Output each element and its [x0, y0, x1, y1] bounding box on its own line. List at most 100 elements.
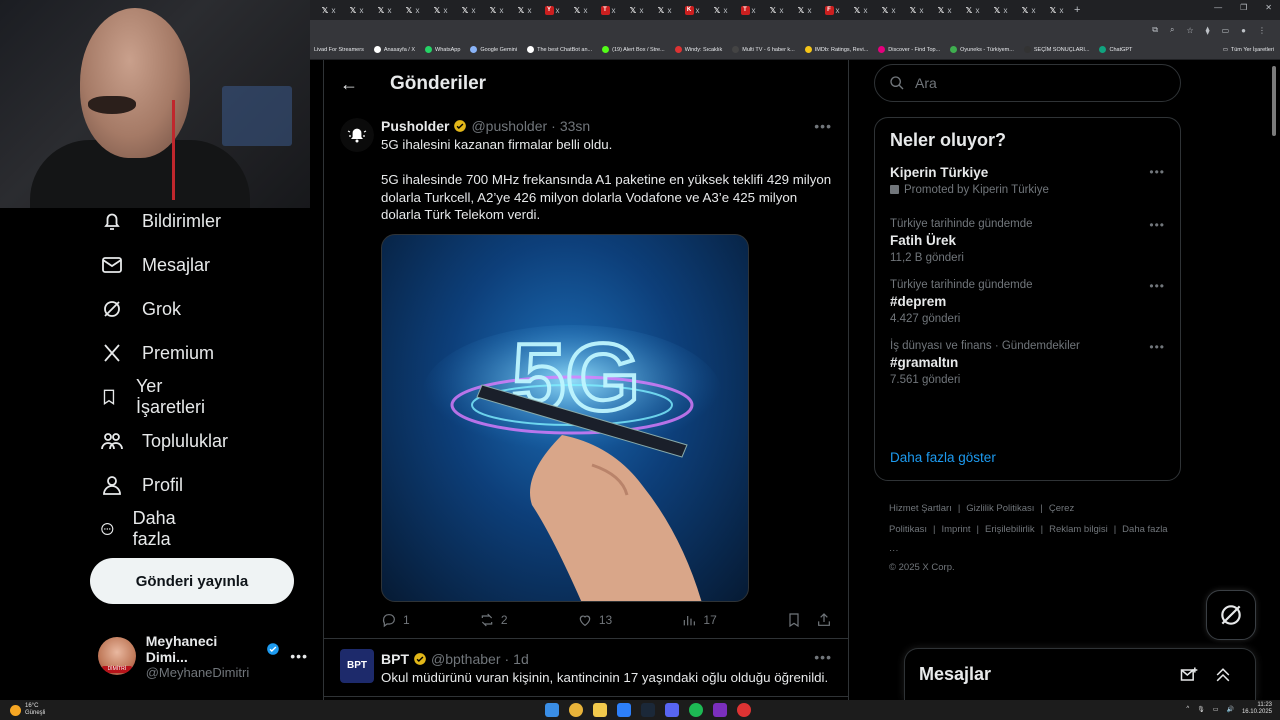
trend-item[interactable]: Kiperin Türkiye Promoted by Kiperin Türki…: [890, 165, 1165, 196]
reply-button[interactable]: 1: [381, 612, 410, 628]
nav-item-bildirimler[interactable]: Bildirimler: [100, 206, 221, 236]
close-icon[interactable]: ✕: [1265, 3, 1272, 12]
footer-link[interactable]: Erişilebilirlik: [985, 524, 1035, 535]
tweet-more-icon[interactable]: •••: [814, 118, 832, 134]
chrome-icon[interactable]: [569, 703, 583, 717]
tweet[interactable]: BPT BPT @bpthaber · 1d ••• Okul müdürünü…: [324, 639, 848, 697]
tab-close-icon[interactable]: x: [1060, 6, 1064, 15]
bookmark-item[interactable]: Multi TV - 6 haber k...: [732, 46, 795, 53]
browser-tab[interactable]: 𝕏x: [622, 2, 650, 18]
browser-tab[interactable]: 𝕏x: [762, 2, 790, 18]
chevron-up-icon[interactable]: ^: [1186, 706, 1189, 712]
browser-tab[interactable]: 𝕏x: [342, 2, 370, 18]
tab-close-icon[interactable]: x: [1004, 6, 1008, 15]
pusholder-avatar[interactable]: [340, 118, 374, 152]
discord-icon[interactable]: [665, 703, 679, 717]
browser-tab[interactable]: 𝕏x: [650, 2, 678, 18]
nav-item-profil[interactable]: Profil: [100, 470, 183, 500]
zoom-icon[interactable]: ⌕: [1170, 25, 1174, 35]
tab-close-icon[interactable]: x: [920, 6, 924, 15]
browser-tab[interactable]: 𝕏x: [370, 2, 398, 18]
tab-close-icon[interactable]: x: [584, 6, 588, 15]
tweet-handle[interactable]: @bpthaber: [431, 651, 500, 667]
nav-item-yer-i-şaretleri[interactable]: Yer İşaretleri: [100, 376, 211, 417]
nav-item-topluluklar[interactable]: Topluluklar: [100, 426, 228, 456]
tab-close-icon[interactable]: x: [752, 6, 756, 15]
more-dots-icon[interactable]: •••: [290, 648, 308, 664]
app-icon[interactable]: [617, 703, 631, 717]
browser-tab[interactable]: Yx: [538, 2, 566, 18]
grok-button[interactable]: [1206, 590, 1256, 640]
browser-tab[interactable]: 𝕏x: [958, 2, 986, 18]
post-button[interactable]: Gönderi yayınla: [90, 558, 294, 604]
bookmark-item[interactable]: Livad For Streamers: [314, 47, 364, 53]
tweet-author-name[interactable]: Pusholder: [381, 118, 449, 134]
browser-tab[interactable]: 𝕏x: [510, 2, 538, 18]
browser-tab[interactable]: 𝕏x: [986, 2, 1014, 18]
browser-tab[interactable]: 𝕏x: [398, 2, 426, 18]
nav-item-premium[interactable]: Premium: [100, 338, 214, 368]
tab-close-icon[interactable]: x: [388, 6, 392, 15]
bookmark-icon[interactable]: [786, 612, 802, 628]
bookmark-item[interactable]: Oyuneks - Türkiyem...: [950, 46, 1014, 53]
trend-item[interactable]: Türkiye tarihinde gündemde #deprem 4.427 g…: [890, 279, 1165, 325]
trend-more-icon[interactable]: •••: [1149, 165, 1165, 179]
browser-tab[interactable]: 𝕏x: [566, 2, 594, 18]
browser-tab[interactable]: 𝕏x: [902, 2, 930, 18]
trend-more-icon[interactable]: •••: [1149, 218, 1165, 232]
tab-close-icon[interactable]: x: [948, 6, 952, 15]
tab-close-icon[interactable]: x: [500, 6, 504, 15]
sidebar-icon[interactable]: ▭: [1222, 26, 1230, 35]
spotify-icon[interactable]: [689, 703, 703, 717]
scrollbar[interactable]: [1272, 62, 1278, 697]
tab-close-icon[interactable]: x: [1032, 6, 1036, 15]
repost-button[interactable]: 2: [479, 612, 508, 628]
tweet-image[interactable]: 5G: [381, 233, 749, 602]
footer-link[interactable]: Reklam bilgisi: [1049, 524, 1108, 535]
tab-close-icon[interactable]: x: [360, 6, 364, 15]
profile-icon[interactable]: ●: [1241, 26, 1246, 35]
extensions-icon[interactable]: ⧫: [1206, 26, 1210, 35]
app2-icon[interactable]: [737, 703, 751, 717]
footer-link[interactable]: Gizlilik Politikası: [966, 503, 1034, 514]
all-bookmarks-folder[interactable]: ▭ Tüm Yer İşaretleri: [1223, 47, 1274, 53]
browser-tab[interactable]: 𝕏x: [706, 2, 734, 18]
tweet-time[interactable]: 33sn: [560, 118, 590, 134]
trend-more-icon[interactable]: •••: [1149, 340, 1165, 354]
tab-close-icon[interactable]: x: [836, 6, 840, 15]
browser-tab[interactable]: 𝕏x: [1042, 2, 1070, 18]
browser-tab[interactable]: 𝕏x: [482, 2, 510, 18]
browser-tab[interactable]: Kx: [678, 2, 706, 18]
browser-tab[interactable]: Fx: [818, 2, 846, 18]
minimize-icon[interactable]: —: [1214, 3, 1222, 12]
mic-icon[interactable]: 🎙: [1197, 706, 1205, 713]
menu-icon[interactable]: ⋮: [1258, 26, 1266, 35]
tab-close-icon[interactable]: x: [696, 6, 700, 15]
expand-up-icon[interactable]: [1213, 665, 1233, 685]
tab-close-icon[interactable]: x: [976, 6, 980, 15]
tab-close-icon[interactable]: x: [332, 6, 336, 15]
tab-close-icon[interactable]: x: [444, 6, 448, 15]
tab-close-icon[interactable]: x: [556, 6, 560, 15]
tab-close-icon[interactable]: x: [780, 6, 784, 15]
install-icon[interactable]: ⧉: [1152, 25, 1158, 35]
restore-icon[interactable]: ❐: [1240, 3, 1247, 12]
file-explorer-icon[interactable]: [593, 703, 607, 717]
bookmark-item[interactable]: IMDb: Ratings, Revi...: [804, 46, 868, 53]
account-switcher[interactable]: DİMİTRİ Meyhaneci Dimi... @MeyhaneDimitr…: [98, 633, 308, 680]
browser-tab[interactable]: 𝕏x: [846, 2, 874, 18]
weather-widget[interactable]: 16°C Güneşli: [0, 703, 45, 717]
browser-tab[interactable]: 𝕏x: [1014, 2, 1042, 18]
footer-link[interactable]: Imprint: [941, 524, 970, 535]
browser-tab[interactable]: Tx: [594, 2, 622, 18]
tab-close-icon[interactable]: x: [864, 6, 868, 15]
bookmark-item[interactable]: Discover - Find Top...: [878, 46, 940, 53]
views-button[interactable]: 17: [681, 612, 717, 628]
back-arrow-icon[interactable]: ←: [340, 74, 358, 95]
browser-tab[interactable]: 𝕏x: [930, 2, 958, 18]
tab-close-icon[interactable]: x: [640, 6, 644, 15]
tab-close-icon[interactable]: x: [724, 6, 728, 15]
steam-icon[interactable]: [641, 703, 655, 717]
nav-item-mesajlar[interactable]: Mesajlar: [100, 250, 210, 280]
trend-item[interactable]: İş dünyası ve finans · Gündemdekiler #gra…: [890, 340, 1165, 386]
